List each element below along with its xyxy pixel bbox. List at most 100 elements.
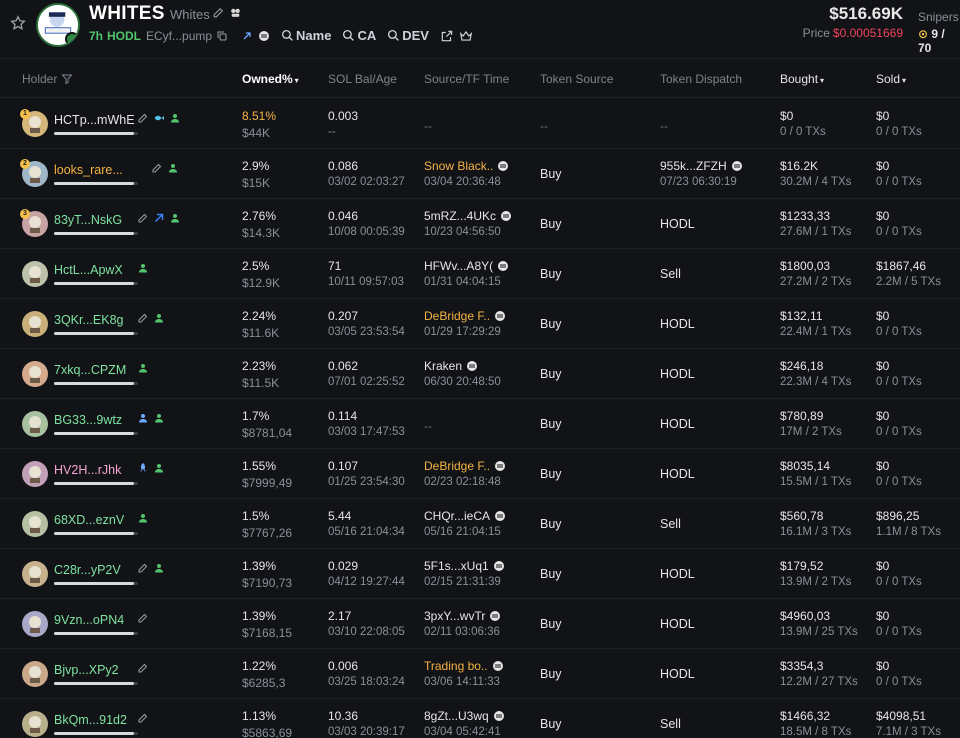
search-name-button[interactable]: Name <box>281 28 331 43</box>
table-row[interactable]: HV2H...rJhk 1.55% $7999,49 0.107 01/25 23:54… <box>0 449 960 499</box>
pencil-icon[interactable] <box>137 112 149 124</box>
filter-icon[interactable] <box>61 73 73 85</box>
funding-source[interactable]: Snow Black.. <box>424 159 509 173</box>
funding-source-label: DeBridge F.. <box>424 309 491 323</box>
star-icon[interactable] <box>10 15 26 31</box>
column-token-dispatch[interactable]: Token Dispatch <box>660 72 742 86</box>
sol-balance: 0.062 <box>328 359 359 373</box>
funding-source[interactable]: Trading bo.. <box>424 659 504 673</box>
funding-source[interactable]: 5F1s...xUq1 <box>424 559 505 573</box>
edit-icon[interactable] <box>212 6 225 19</box>
sold-usd: $0 <box>876 409 890 423</box>
wallet-address[interactable]: HctL...ApwX <box>54 263 123 277</box>
wallet-address[interactable]: 68XD...eznV <box>54 513 124 527</box>
avatar[interactable] <box>22 611 48 637</box>
pencil-icon[interactable] <box>137 562 149 574</box>
sol-age: 05/16 21:04:34 <box>328 526 405 538</box>
sold-usd: $0 <box>876 359 890 373</box>
table-row[interactable]: C28r...yP2V 1.39% $7190,73 0.029 04/12 19:27… <box>0 549 960 599</box>
funding-source-label: 3pxY...wvTr <box>424 609 486 623</box>
community-icon[interactable] <box>229 6 242 19</box>
table-row[interactable]: 68XD...eznV 1.5% $7767,26 5.44 05/16 21:04:3… <box>0 499 960 549</box>
column-source-time[interactable]: Source/TF Time <box>424 72 509 86</box>
funding-source[interactable]: DeBridge F.. <box>424 309 506 323</box>
pencil-icon[interactable] <box>137 212 149 224</box>
avatar[interactable] <box>22 711 48 737</box>
pencil-icon[interactable] <box>151 162 163 174</box>
column-bought[interactable]: Bought ▾ <box>780 72 824 86</box>
holding-bar <box>54 432 138 435</box>
column-sol-bal[interactable]: SOL Bal/Age <box>328 72 397 86</box>
wallet-address[interactable]: C28r...yP2V <box>54 563 121 577</box>
funding-source[interactable]: 8gZt...U3wq <box>424 709 505 723</box>
exchange-icon <box>497 160 509 172</box>
table-row[interactable]: BkQm...91d2 1.13% $5863,69 10.36 03/03 20:39… <box>0 699 960 738</box>
avatar[interactable] <box>22 361 48 387</box>
funding-source[interactable]: 5mRZ...4UKc <box>424 209 512 223</box>
token-dispatch[interactable]: 955k...ZFZH <box>660 159 743 173</box>
pencil-icon[interactable] <box>137 312 149 324</box>
search-dev-button[interactable]: DEV <box>387 28 429 43</box>
wallet-address[interactable]: 3QKr...EK8g <box>54 313 123 327</box>
holding-bar <box>54 582 138 585</box>
pencil-icon[interactable] <box>137 612 149 624</box>
funding-source-label: DeBridge F.. <box>424 459 491 473</box>
wallet-address[interactable]: looks_rare... <box>54 163 123 177</box>
pencil-icon[interactable] <box>137 712 149 724</box>
wallet-address[interactable]: HCTp...mWhE <box>54 113 135 127</box>
search-icon <box>281 29 293 41</box>
avatar[interactable] <box>22 261 48 287</box>
exchange-icon <box>497 260 509 272</box>
column-owned[interactable]: Owned% ▾ <box>242 72 299 86</box>
crown-icon[interactable] <box>459 29 473 43</box>
holding-bar <box>54 682 138 685</box>
sold-usd: $0 <box>876 559 890 573</box>
funding-source[interactable]: DeBridge F.. <box>424 459 506 473</box>
sold-txs: 0 / 0 TXs <box>876 226 922 238</box>
avatar[interactable] <box>22 561 48 587</box>
column-holder[interactable]: Holder <box>22 72 73 86</box>
funding-source[interactable]: CHQr...ieCA <box>424 509 506 523</box>
bought-usd: $132,11 <box>780 309 823 323</box>
sol-balance: 0.006 <box>328 659 359 673</box>
avatar[interactable] <box>22 311 48 337</box>
pump-icon <box>153 212 165 224</box>
external-link-icon[interactable] <box>440 29 454 43</box>
table-row[interactable]: Bjvp...XPy2 1.22% $6285,3 0.006 03/25 18:03:… <box>0 649 960 699</box>
wallet-address[interactable]: 7xkq...CPZM <box>54 363 126 377</box>
dispatch-time: 07/23 06:30:19 <box>660 176 737 188</box>
wallet-address[interactable]: HV2H...rJhk <box>54 463 121 477</box>
table-row[interactable]: 3 83yT...NskG 2.76% $14.3K 0.046 10/08 00:05:… <box>0 199 960 249</box>
contract-address[interactable]: ECyf...pump <box>146 29 212 43</box>
column-sold-label: Sold <box>876 72 901 86</box>
funding-source[interactable]: HFWv...A8Y( <box>424 259 509 273</box>
table-row[interactable]: 2 looks_rare... 2.9% $15K 0.086 03/02 02:03:2… <box>0 149 960 199</box>
copy-icon[interactable] <box>216 30 228 42</box>
funding-source[interactable]: Kraken <box>424 359 478 373</box>
table-row[interactable]: 7xkq...CPZM 2.23% $11.5K 0.062 07/01 02:25:5… <box>0 349 960 399</box>
table-row[interactable]: HctL...ApwX 2.5% $12.9K 71 10/11 09:57:03 HFW… <box>0 249 960 299</box>
holding-bar-fill <box>54 632 134 635</box>
column-token-source[interactable]: Token Source <box>540 72 613 86</box>
link-icon[interactable] <box>241 30 253 42</box>
price-label: Price <box>802 26 830 40</box>
funding-source[interactable]: 3pxY...wvTr <box>424 609 501 623</box>
wallet-address[interactable]: 83yT...NskG <box>54 213 122 227</box>
search-ca-button[interactable]: CA <box>342 28 376 43</box>
wallet-address[interactable]: Bjvp...XPy2 <box>54 663 119 677</box>
table-row[interactable]: 3QKr...EK8g 2.24% $11.6K 0.207 03/05 23:53:5… <box>0 299 960 349</box>
wallet-address[interactable]: BG33...9wtz <box>54 413 122 427</box>
table-row[interactable]: 1 HCTp...mWhE 8.51% $44K 0.003 -- -- -- -- $0 0 / … <box>0 99 960 149</box>
wallet-address[interactable]: BkQm...91d2 <box>54 713 127 727</box>
column-sold[interactable]: Sold ▾ <box>876 72 906 86</box>
avatar[interactable] <box>22 411 48 437</box>
avatar[interactable] <box>22 661 48 687</box>
table-row[interactable]: 9Vzn...oPN4 1.39% $7168,15 2.17 03/10 22:08:… <box>0 599 960 649</box>
pencil-icon[interactable] <box>137 662 149 674</box>
token-source: Buy <box>540 517 562 531</box>
table-row[interactable]: BG33...9wtz 1.7% $8781,04 0.114 03/03 17:47:… <box>0 399 960 449</box>
website-icon[interactable] <box>258 30 270 42</box>
avatar[interactable] <box>22 511 48 537</box>
wallet-address[interactable]: 9Vzn...oPN4 <box>54 613 124 627</box>
avatar[interactable] <box>22 461 48 487</box>
